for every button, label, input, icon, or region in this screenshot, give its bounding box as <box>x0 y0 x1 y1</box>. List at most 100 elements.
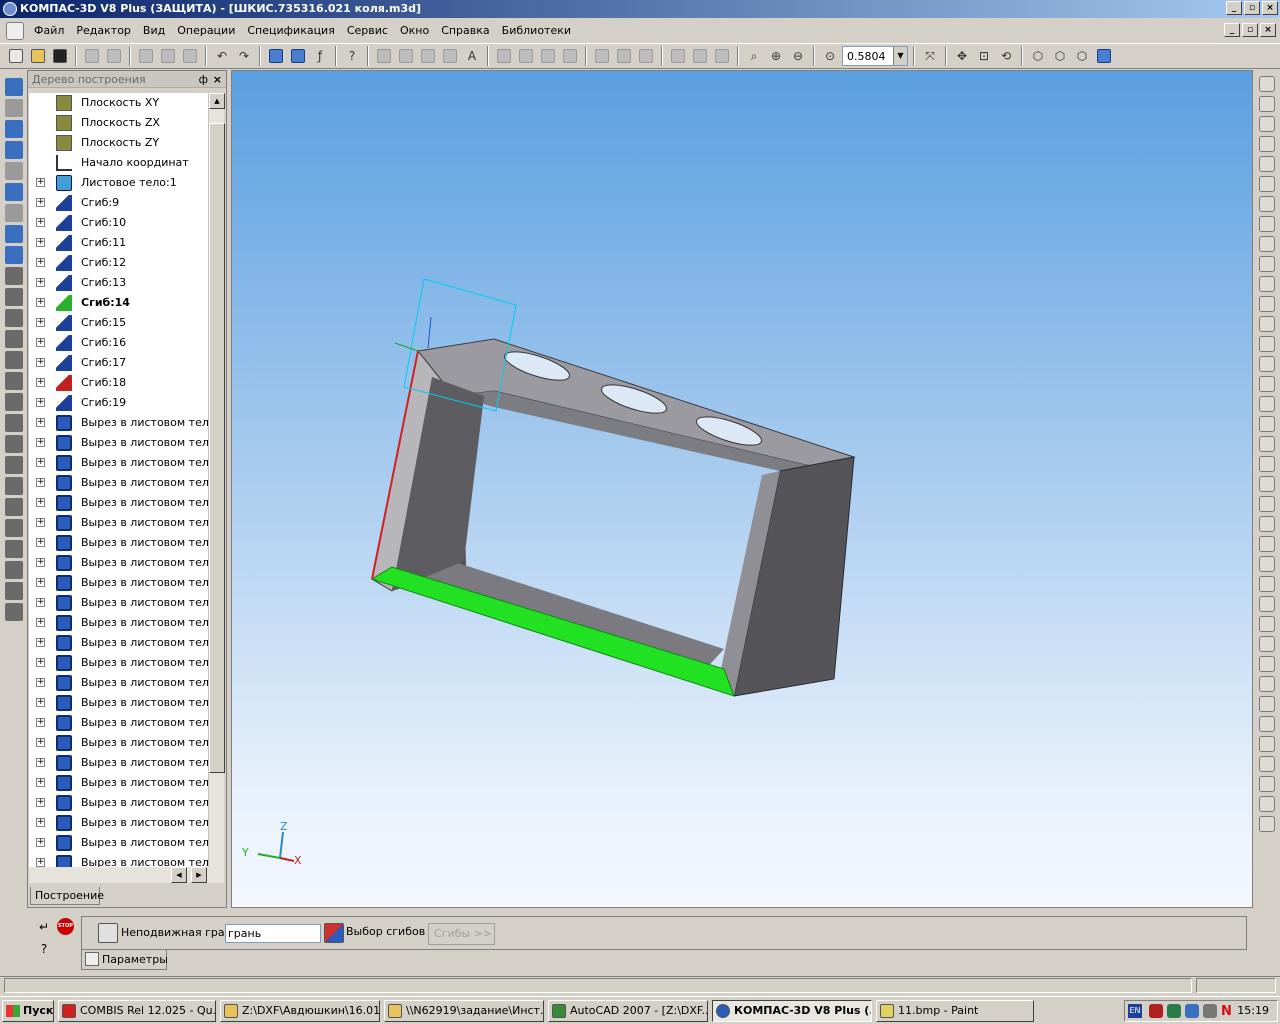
right-tool-icon-15[interactable] <box>1259 356 1275 372</box>
tree-item[interactable]: + Вырез в листовом теле:1 <box>29 613 209 633</box>
sheet-tool-icon-13[interactable] <box>5 519 23 537</box>
expand-icon[interactable]: + <box>36 818 45 827</box>
tree-item[interactable]: + Сгиб:12 <box>29 253 209 273</box>
compact-panel-icon-4[interactable] <box>5 141 23 159</box>
right-tool-icon-27[interactable] <box>1259 596 1275 612</box>
right-tool-icon-13[interactable] <box>1259 316 1275 332</box>
doc-restore-button[interactable]: ▫ <box>1242 23 1258 37</box>
fixed-face-icon[interactable] <box>98 923 118 943</box>
expand-icon[interactable]: + <box>36 398 45 407</box>
zoom-out-icon[interactable]: ⊖ <box>788 46 808 66</box>
hidden-lines-icon[interactable]: ⬡ <box>1050 46 1070 66</box>
scroll-up-icon[interactable]: ▲ <box>209 93 225 109</box>
tree-item[interactable]: + Сгиб:10 <box>29 213 209 233</box>
menu-specification[interactable]: Спецификация <box>241 21 340 41</box>
right-tool-icon-9[interactable] <box>1259 236 1275 252</box>
model-viewport[interactable]: Z Y X <box>231 70 1253 908</box>
tree-item[interactable]: + Вырез в листовом теле:8 <box>29 553 209 573</box>
pin-icon[interactable]: ф <box>199 71 208 88</box>
right-tool-icon-36[interactable] <box>1259 776 1275 792</box>
expand-icon[interactable]: + <box>36 858 45 867</box>
sheet-tool-icon-12[interactable] <box>5 498 23 516</box>
compact-panel-icon-9[interactable] <box>5 246 23 264</box>
right-tool-icon-34[interactable] <box>1259 736 1275 752</box>
right-tool-icon-8[interactable] <box>1259 216 1275 232</box>
expand-icon[interactable]: + <box>36 638 45 647</box>
tree-item[interactable]: + Вырез в листовом теле:1 <box>29 773 209 793</box>
tree-item[interactable]: Начало координат <box>29 153 209 173</box>
bend-select-label[interactable]: Выбор сгибов <box>346 925 425 938</box>
minimize-button[interactable]: _ <box>1226 1 1242 15</box>
expand-icon[interactable]: + <box>36 378 45 387</box>
wireframe-icon[interactable]: ⬡ <box>1028 46 1048 66</box>
expand-icon[interactable]: + <box>36 218 45 227</box>
pan-icon[interactable]: ✥ <box>952 46 972 66</box>
sheet-tool-icon-4[interactable] <box>5 330 23 348</box>
print-preview-icon[interactable] <box>104 46 124 66</box>
align-icon-4[interactable] <box>560 46 580 66</box>
sheet-tool-icon-1[interactable] <box>5 267 23 285</box>
compact-panel-icon-8[interactable] <box>5 225 23 243</box>
tab-build[interactable]: Построение <box>30 887 104 905</box>
sheet-tool-icon-17[interactable] <box>5 603 23 621</box>
thin-lines-icon[interactable]: ⬡ <box>1072 46 1092 66</box>
sheet-tool-icon-15[interactable] <box>5 561 23 579</box>
expand-icon[interactable]: + <box>36 698 45 707</box>
tree-item[interactable]: + Вырез в листовом теле:2 <box>29 813 209 833</box>
sheet-tool-icon-16[interactable] <box>5 582 23 600</box>
right-tool-icon-29[interactable] <box>1259 636 1275 652</box>
right-tool-icon-37[interactable] <box>1259 796 1275 812</box>
spec-icon[interactable] <box>712 46 732 66</box>
orientation-icon[interactable]: ⤧ <box>920 46 940 66</box>
tree-item[interactable]: + Сгиб:17 <box>29 353 209 373</box>
expand-icon[interactable]: + <box>36 538 45 547</box>
tree-item[interactable]: + Вырез в листовом теле:9 <box>29 573 209 593</box>
tray-app-icon[interactable] <box>1185 1004 1199 1018</box>
stop-button[interactable]: STOP <box>57 918 75 936</box>
tree-item[interactable]: + Сгиб:9 <box>29 193 209 213</box>
right-tool-icon-1[interactable] <box>1259 76 1275 92</box>
manager-icon[interactable] <box>266 46 286 66</box>
compact-panel-icon-5[interactable] <box>5 162 23 180</box>
right-tool-icon-20[interactable] <box>1259 456 1275 472</box>
tree-item[interactable]: + Вырез в листовом теле:2 <box>29 833 209 853</box>
start-button[interactable]: Пуск <box>2 1000 54 1022</box>
document-menu-icon[interactable] <box>6 22 24 40</box>
chevron-down-icon[interactable]: ▼ <box>893 47 907 65</box>
tree-item[interactable]: + Вырез в листовом теле:1 <box>29 653 209 673</box>
expand-icon[interactable]: + <box>36 478 45 487</box>
expand-icon[interactable]: + <box>36 618 45 627</box>
sheet-tool-icon-5[interactable] <box>5 351 23 369</box>
task-paint[interactable]: 11.bmp - Paint <box>876 1000 1034 1022</box>
bends-button[interactable]: Сгибы >> <box>428 923 495 945</box>
right-tool-icon-32[interactable] <box>1259 696 1275 712</box>
menu-window[interactable]: Окно <box>394 21 435 41</box>
right-tool-icon-31[interactable] <box>1259 676 1275 692</box>
tree-item[interactable]: + Вырез в листовом теле:1 <box>29 593 209 613</box>
tree-item[interactable]: + Вырез в листовом теле:6 <box>29 513 209 533</box>
stop-icon[interactable]: STOP <box>57 918 74 935</box>
undo-icon[interactable]: ↶ <box>212 46 232 66</box>
right-tool-icon-19[interactable] <box>1259 436 1275 452</box>
layout-icon-3[interactable] <box>418 46 438 66</box>
close-icon[interactable]: × <box>213 71 222 88</box>
tree-item[interactable]: Плоскость ZY <box>29 133 209 153</box>
right-tool-icon-5[interactable] <box>1259 156 1275 172</box>
scroll-left-icon[interactable]: ◀ <box>171 867 187 883</box>
tree-item[interactable]: + Листовое тело:1 <box>29 173 209 193</box>
right-tool-icon-3[interactable] <box>1259 116 1275 132</box>
right-tool-icon-35[interactable] <box>1259 756 1275 772</box>
redo-icon[interactable]: ↷ <box>234 46 254 66</box>
layout-icon-2[interactable] <box>396 46 416 66</box>
save-disk-icon[interactable] <box>50 46 70 66</box>
expand-icon[interactable]: + <box>36 738 45 747</box>
expand-icon[interactable]: + <box>36 558 45 567</box>
expand-icon[interactable]: + <box>36 778 45 787</box>
expand-icon[interactable]: + <box>36 238 45 247</box>
tree-item[interactable]: + Сгиб:14 <box>29 293 209 313</box>
tree-item[interactable]: + Вырез в листовом теле:1 <box>29 633 209 653</box>
expand-icon[interactable]: + <box>36 578 45 587</box>
fixed-face-field[interactable]: грань <box>225 924 321 943</box>
compact-panel-icon-6[interactable] <box>5 183 23 201</box>
open-folder-icon[interactable] <box>28 46 48 66</box>
